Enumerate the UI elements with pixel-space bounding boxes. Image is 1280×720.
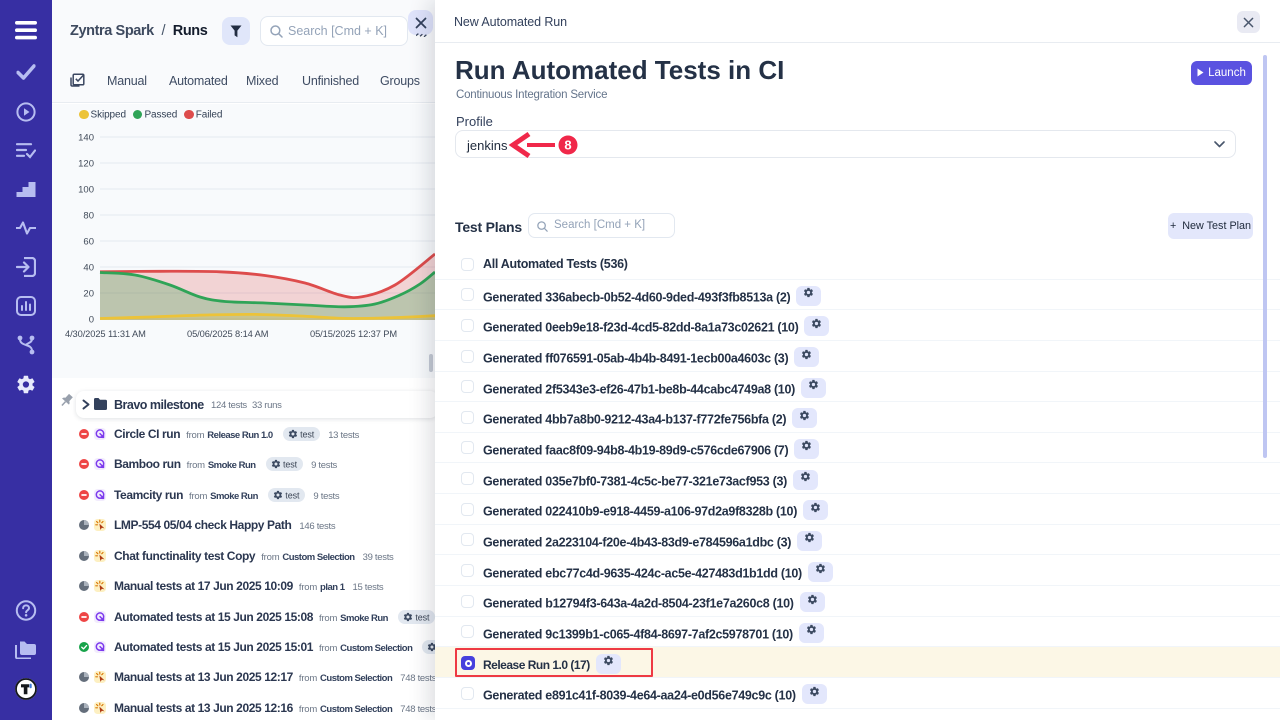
svg-text:20: 20 xyxy=(83,289,94,300)
svg-text:140: 140 xyxy=(78,133,94,144)
svg-text:40: 40 xyxy=(83,263,94,274)
svg-text:60: 60 xyxy=(83,237,94,248)
svg-text:100: 100 xyxy=(78,185,94,196)
svg-text:0: 0 xyxy=(89,315,94,326)
svg-text:8: 8 xyxy=(564,138,571,153)
svg-text:120: 120 xyxy=(78,159,94,170)
svg-text:80: 80 xyxy=(83,211,94,222)
